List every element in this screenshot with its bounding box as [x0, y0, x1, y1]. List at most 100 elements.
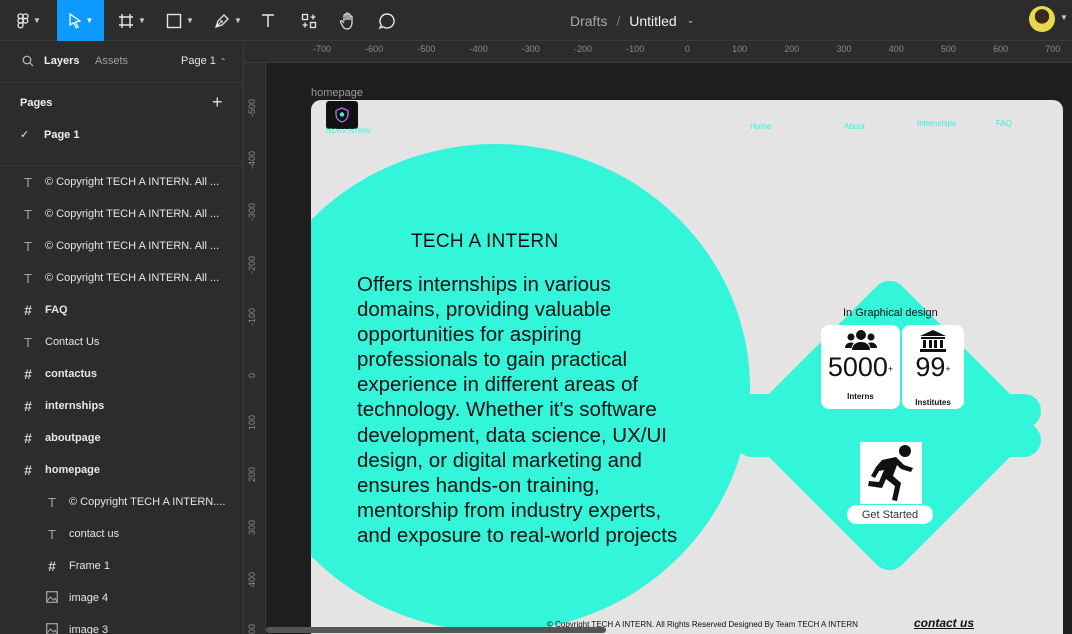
breadcrumb-drafts[interactable]: Drafts [570, 13, 607, 29]
interns-card: 5000+ Interns [821, 325, 900, 409]
nav-about[interactable]: About [844, 122, 865, 131]
footer-contact-link[interactable]: contact us [914, 616, 974, 630]
pen-tool-button[interactable]: ▼ [208, 0, 248, 41]
institutes-label: Institutes [915, 398, 951, 407]
tab-assets[interactable]: Assets [95, 55, 128, 67]
frame-layer-icon: # [24, 398, 32, 414]
institutes-value: 99 [915, 352, 946, 382]
layer-row[interactable]: T © Copyright TECH A INTERN. All ... [20, 198, 239, 230]
layer-label: image 3 [69, 624, 109, 634]
text-layer-icon: T [24, 334, 32, 350]
move-tool-button[interactable]: ▼ [57, 0, 104, 41]
layer-row[interactable]: T Contact Us [20, 326, 239, 358]
comment-tool-button[interactable] [372, 0, 402, 41]
chevron-down-icon: ▼ [234, 16, 242, 25]
nav-faq[interactable]: FAQ [996, 119, 1012, 128]
logo-text: TECH A INTERN [325, 129, 371, 135]
text-tool-icon [262, 13, 274, 27]
check-icon: ✓ [20, 129, 30, 141]
hand-tool-button[interactable] [333, 0, 363, 41]
interns-count: 5000+ [821, 352, 900, 383]
layer-row[interactable]: image 3 [44, 614, 239, 634]
ruler-tick: 0 [684, 44, 690, 54]
layer-row[interactable]: # homepage [20, 454, 239, 486]
panel-tabs: Layers Assets Page 1 ⌃ [0, 41, 244, 83]
hand-tool-icon [340, 11, 353, 30]
figma-editor: ▼ ▼ ▼ ▼ ▼ Drafts / Untitled ⌄ ▼ Layers A… [0, 0, 1072, 634]
running-person-icon [868, 445, 913, 501]
layer-row[interactable]: # FAQ [20, 294, 239, 326]
avatar[interactable] [1029, 6, 1055, 32]
layer-label: contactus [45, 368, 97, 380]
comment-tool-icon [378, 12, 395, 29]
ruler-tick: 400 [247, 571, 257, 587]
chevron-down-icon[interactable]: ▼ [1060, 13, 1068, 22]
frame-label[interactable]: homepage [311, 87, 363, 99]
chevron-down-icon[interactable]: ⌄ [687, 15, 695, 26]
ruler-tick: 300 [247, 519, 257, 535]
tab-layers[interactable]: Layers [44, 55, 79, 67]
nav-home[interactable]: Home [750, 122, 771, 131]
layer-label: © Copyright TECH A INTERN.... [69, 496, 226, 508]
homepage-frame[interactable]: TECH A INTERN Home About Internships FAQ… [311, 100, 1063, 634]
layer-row[interactable]: # internships [20, 390, 239, 422]
frame-tool-icon [119, 13, 134, 28]
frame-layer-icon: # [48, 558, 56, 574]
institution-icon [920, 330, 946, 352]
layer-row[interactable]: T © Copyright TECH A INTERN. All ... [20, 166, 239, 198]
layer-row[interactable]: # aboutpage [20, 422, 239, 454]
ruler-tick: 600 [993, 44, 1009, 54]
search-icon[interactable] [22, 55, 34, 67]
component-tool-icon [301, 13, 317, 28]
pen-tool-icon [215, 13, 229, 28]
nav-internships[interactable]: Internships [917, 119, 956, 128]
shape-tool-button[interactable]: ▼ [160, 0, 200, 41]
layer-row[interactable]: T © Copyright TECH A INTERN. All ... [20, 262, 239, 294]
layer-label: FAQ [45, 304, 68, 316]
ruler-tick: -600 [365, 44, 384, 54]
text-layer-icon: T [24, 206, 32, 222]
move-tool-icon [68, 12, 82, 29]
ruler-tick: 0 [247, 372, 257, 378]
layer-label: contact us [69, 528, 120, 540]
stats-diamond [735, 273, 1042, 578]
layer-row[interactable]: Tcontact us [44, 518, 239, 550]
runner-image[interactable] [860, 442, 922, 504]
interns-value: 5000 [827, 352, 888, 382]
add-page-icon[interactable]: + [212, 92, 223, 113]
ruler-tick: -400 [469, 44, 488, 54]
chevron-down-icon: ▼ [186, 16, 194, 25]
layer-row[interactable]: T © Copyright TECH A INTERN. All ... [20, 230, 239, 262]
frame-tool-button[interactable]: ▼ [112, 0, 152, 41]
logo[interactable] [326, 101, 358, 129]
ruler-tick: -700 [312, 44, 332, 54]
layer-label: © Copyright TECH A INTERN. All ... [45, 208, 220, 220]
get-started-button[interactable]: Get Started [847, 505, 933, 524]
component-tool-button[interactable] [293, 0, 325, 41]
layer-row[interactable]: # Frame 1 [44, 550, 239, 582]
layer-row[interactable]: image 4 [44, 582, 239, 614]
figma-menu-icon [17, 12, 29, 28]
horizontal-scrollbar[interactable] [266, 627, 606, 633]
ruler-left: -500 -400 -300 -200 -100 0 100 200 300 400 500 [244, 63, 266, 634]
ruler-tick: -200 [247, 255, 257, 274]
layer-row[interactable]: # contactus [20, 358, 239, 390]
ruler-tick: -400 [247, 151, 257, 170]
page-item[interactable]: Page 1 [44, 129, 79, 141]
layer-row[interactable]: T © Copyright TECH A INTERN.... [44, 486, 239, 518]
stats-title: In Graphical design [843, 307, 938, 319]
ruler-tick: -100 [247, 307, 257, 326]
institutes-suffix: + [945, 364, 951, 374]
file-title[interactable]: Untitled [629, 13, 676, 29]
layers-panel: Layers Assets Page 1 ⌃ Pages + ✓ Page 1 T… [0, 41, 244, 634]
layer-label: internships [45, 400, 105, 412]
image-layer-icon [44, 590, 60, 606]
canvas[interactable]: homepage TECH A INTERN Home About Intern… [266, 63, 1072, 634]
text-tool-button[interactable] [253, 0, 283, 41]
ruler-tick: -200 [573, 44, 593, 54]
page-selector[interactable]: Page 1 ⌃ [181, 55, 227, 67]
text-layer-icon: T [48, 494, 56, 510]
layer-label: Contact Us [45, 336, 100, 348]
main-menu-button[interactable]: ▼ [10, 0, 48, 41]
frame-layer-icon: # [24, 462, 32, 478]
